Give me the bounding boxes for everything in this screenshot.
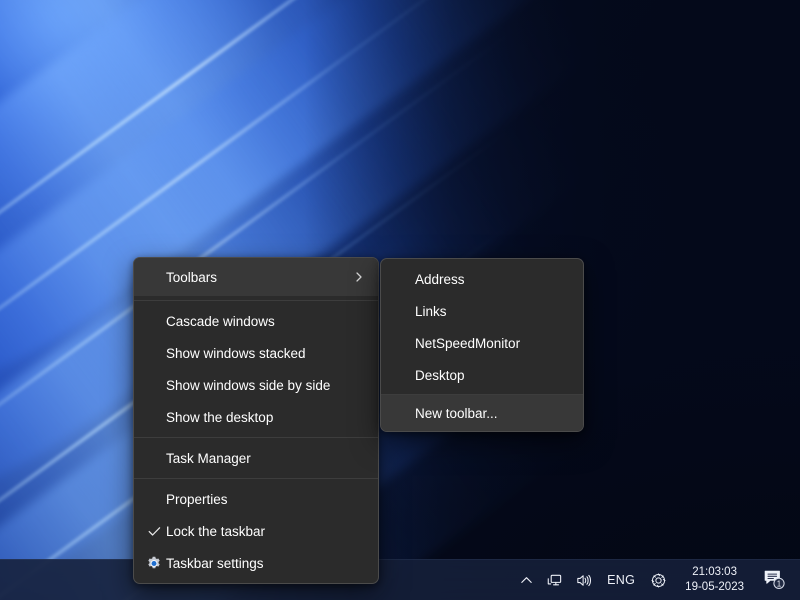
menu-item-cascade-windows[interactable]: Cascade windows [134, 305, 378, 337]
gear-icon [146, 555, 162, 571]
menu-item-label: Taskbar settings [166, 556, 366, 571]
menu-item-taskbar-settings[interactable]: Taskbar settings [134, 547, 378, 579]
menu-item-label: Toolbars [166, 270, 352, 285]
system-tray: ENG 21:03:03 19-05-2023 1 [513, 560, 800, 600]
menu-item-show-the-desktop[interactable]: Show the desktop [134, 401, 378, 433]
check-icon [146, 523, 162, 539]
submenu-item-new-toolbar[interactable]: New toolbar... [381, 395, 583, 431]
notification-chat-icon[interactable]: 1 [754, 560, 800, 600]
menu-item-label: Properties [166, 492, 366, 507]
menu-item-label: NetSpeedMonitor [415, 336, 571, 351]
network-monitor-icon[interactable] [540, 560, 569, 600]
submenu-item-address[interactable]: Address [381, 263, 583, 295]
menu-item-label: Task Manager [166, 451, 366, 466]
submenu-item-netspeedmonitor[interactable]: NetSpeedMonitor [381, 327, 583, 359]
chevron-right-icon [352, 270, 366, 284]
gear-icon[interactable] [644, 560, 673, 600]
menu-separator [134, 478, 378, 479]
menu-item-label: Cascade windows [166, 314, 366, 329]
menu-item-lock-the-taskbar[interactable]: Lock the taskbar [134, 515, 378, 547]
menu-item-label: New toolbar... [415, 406, 571, 421]
clock-date: 19-05-2023 [685, 580, 744, 595]
speaker-volume-icon[interactable] [569, 560, 598, 600]
submenu-item-desktop[interactable]: Desktop [381, 359, 583, 391]
menu-item-label: Show windows side by side [166, 378, 366, 393]
show-hidden-icons-chevron-up-icon[interactable] [513, 560, 540, 600]
menu-separator [134, 300, 378, 301]
menu-item-properties[interactable]: Properties [134, 483, 378, 515]
language-indicator[interactable]: ENG [598, 560, 644, 600]
menu-item-show-windows-side-by-side[interactable]: Show windows side by side [134, 369, 378, 401]
menu-item-label: Show windows stacked [166, 346, 366, 361]
menu-item-label: Links [415, 304, 571, 319]
notification-count: 1 [777, 580, 782, 589]
menu-separator [134, 437, 378, 438]
menu-item-task-manager[interactable]: Task Manager [134, 442, 378, 474]
menu-item-label: Lock the taskbar [166, 524, 366, 539]
clock-time: 21:03:03 [692, 565, 737, 580]
taskbar[interactable]: ENG 21:03:03 19-05-2023 1 [0, 559, 800, 600]
menu-item-show-windows-stacked[interactable]: Show windows stacked [134, 337, 378, 369]
clock[interactable]: 21:03:03 19-05-2023 [673, 560, 754, 600]
taskbar-context-menu[interactable]: Toolbars Cascade windows Show windows st… [133, 257, 379, 584]
menu-item-label: Show the desktop [166, 410, 366, 425]
menu-item-toolbars[interactable]: Toolbars [134, 258, 378, 296]
menu-item-label: Address [415, 272, 571, 287]
menu-item-label: Desktop [415, 368, 571, 383]
toolbars-submenu[interactable]: Address Links NetSpeedMonitor Desktop Ne… [380, 258, 584, 432]
submenu-item-links[interactable]: Links [381, 295, 583, 327]
